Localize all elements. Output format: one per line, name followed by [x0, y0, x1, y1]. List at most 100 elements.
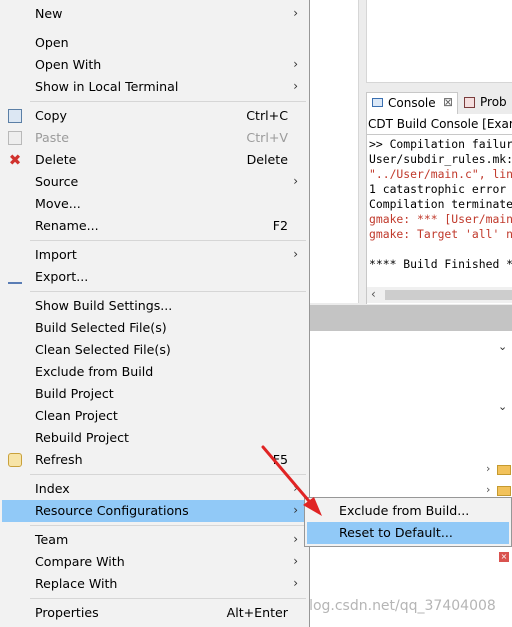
menu-item-label: Build Project: [35, 386, 114, 401]
menu-item-refresh[interactable]: Refresh F5: [2, 449, 308, 471]
copy-icon: [8, 109, 22, 123]
menu-item-label: Import: [35, 247, 77, 262]
outline-panel: [366, 0, 512, 83]
console-line: "../User/main.c", lin: [369, 167, 512, 181]
menu-item-export[interactable]: Export...: [2, 266, 308, 288]
menu-item-label: Move...: [35, 196, 81, 211]
menu-item-label: Show in Local Terminal: [35, 79, 179, 94]
menu-item-shortcut: Delete: [246, 152, 288, 167]
console-title: CDT Build Console [Exam: [368, 117, 512, 131]
menu-item-source[interactable]: Source ›: [2, 171, 308, 193]
menu-item-index[interactable]: Index ›: [2, 478, 308, 500]
chevron-right-icon: ›: [293, 481, 298, 495]
refresh-icon: [8, 453, 22, 467]
folder-icon: [497, 465, 511, 475]
menu-separator: [30, 598, 306, 599]
tab-problems-label: Prob: [480, 95, 507, 109]
menu-item-label: Exclude from Build: [35, 364, 154, 379]
divider: [367, 134, 512, 135]
menu-item-rebuild-project[interactable]: Rebuild Project: [2, 427, 308, 449]
menu-item-team[interactable]: Team ›: [2, 529, 308, 551]
project-explorer-panel: [310, 331, 512, 586]
menu-item-copy[interactable]: Copy Ctrl+C: [2, 105, 308, 127]
menu-item-label: Compare With: [35, 554, 125, 569]
menu-item-move[interactable]: Move...: [2, 193, 308, 215]
expand-arrow-icon[interactable]: ›: [486, 462, 490, 475]
tab-console[interactable]: Console ⊠: [366, 92, 458, 114]
menu-item-label: Index: [35, 481, 70, 496]
problems-icon: [464, 97, 475, 108]
console-output: CDT Build Console [Exam >> Compilation f…: [366, 114, 512, 304]
menu-item-open-with[interactable]: Open With ›: [2, 54, 308, 76]
view-divider: [310, 305, 512, 331]
menu-item-new[interactable]: New ›: [2, 3, 308, 25]
menu-item-show-in-local-terminal[interactable]: Show in Local Terminal ›: [2, 76, 308, 98]
menu-item-label: Clean Project: [35, 408, 118, 423]
menu-item-shortcut: Ctrl+V: [246, 130, 288, 145]
menu-item-label: Open: [35, 35, 69, 50]
menu-item-clean-project[interactable]: Clean Project: [2, 405, 308, 427]
chevron-right-icon: ›: [293, 174, 298, 188]
close-icon[interactable]: ⊠: [443, 95, 453, 109]
chevron-right-icon: ›: [293, 554, 298, 568]
menu-item-label: Refresh: [35, 452, 83, 467]
menu-item-shortcut: F2: [272, 218, 288, 233]
menu-item-properties[interactable]: Properties Alt+Enter: [2, 602, 308, 624]
chevron-right-icon: ›: [293, 79, 298, 93]
console-icon: [372, 98, 383, 107]
menu-item-label: Paste: [35, 130, 69, 145]
chevron-right-icon: ›: [293, 532, 298, 546]
delete-icon: ✖: [8, 151, 22, 169]
folder-icon: [497, 486, 511, 496]
menu-item-rename[interactable]: Rename... F2: [2, 215, 308, 237]
menu-item-replace-with[interactable]: Replace With ›: [2, 573, 308, 595]
scrollbar-thumb[interactable]: [385, 290, 512, 300]
console-line: gmake: *** [User/main: [369, 212, 512, 226]
chevron-left-icon[interactable]: ‹: [371, 287, 376, 301]
menu-item-build-selected-file-s[interactable]: Build Selected File(s): [2, 317, 308, 339]
menu-item-resource-configurations[interactable]: Resource Configurations ›: [2, 500, 308, 522]
submenu-item-reset-to-default[interactable]: Reset to Default...: [307, 522, 509, 544]
menu-item-label: New: [35, 6, 63, 21]
menu-item-shortcut: Ctrl+C: [246, 108, 288, 123]
menu-item-delete[interactable]: ✖ Delete Delete: [2, 149, 308, 171]
expand-arrow-icon[interactable]: ›: [486, 483, 490, 496]
console-line: Compilation terminate: [369, 197, 512, 211]
chevron-right-icon: ›: [293, 576, 298, 590]
horizontal-scrollbar[interactable]: ‹: [366, 287, 512, 303]
menu-item-clean-selected-file-s[interactable]: Clean Selected File(s): [2, 339, 308, 361]
menu-item-exclude-from-build[interactable]: Exclude from Build: [2, 361, 308, 383]
chevron-down-icon[interactable]: ⌄: [498, 340, 507, 353]
chevron-right-icon: ›: [293, 247, 298, 261]
resource-configurations-submenu: Exclude from Build... Reset to Default...: [304, 497, 512, 547]
tab-console-label: Console: [388, 96, 436, 110]
menu-item-label: Export...: [35, 269, 89, 284]
menu-item-label: Replace With: [35, 576, 118, 591]
console-line: **** Build Finished *: [369, 257, 512, 271]
submenu-item-exclude-from-build[interactable]: Exclude from Build...: [307, 500, 509, 522]
chevron-right-icon: ›: [293, 503, 298, 517]
menu-item-label: Build Selected File(s): [35, 320, 167, 335]
console-line: User/subdir_rules.mk:: [369, 152, 512, 166]
submenu-item-label: Exclude from Build...: [339, 503, 470, 518]
menu-item-open[interactable]: Open: [2, 32, 308, 54]
menu-separator: [30, 240, 306, 241]
submenu-item-label: Reset to Default...: [339, 525, 453, 540]
editor-panel: [310, 0, 359, 303]
console-lines: >> Compilation failur User/subdir_rules.m…: [369, 137, 512, 272]
menu-item-paste[interactable]: Paste Ctrl+V: [2, 127, 308, 149]
menu-item-label: Rebuild Project: [35, 430, 129, 445]
menu-item-import[interactable]: Import ›: [2, 244, 308, 266]
menu-item-compare-with[interactable]: Compare With ›: [2, 551, 308, 573]
menu-item-show-build-settings[interactable]: Show Build Settings...: [2, 295, 308, 317]
menu-item-label: Source: [35, 174, 79, 189]
menu-separator: [30, 474, 306, 475]
console-line: 1 catastrophic error: [369, 182, 507, 196]
menu-separator: [30, 291, 306, 292]
menu-item-label: Rename...: [35, 218, 99, 233]
export-icon: [8, 270, 22, 284]
menu-item-build-project[interactable]: Build Project: [2, 383, 308, 405]
menu-separator: [30, 101, 306, 102]
chevron-down-icon[interactable]: ⌄: [498, 400, 507, 413]
